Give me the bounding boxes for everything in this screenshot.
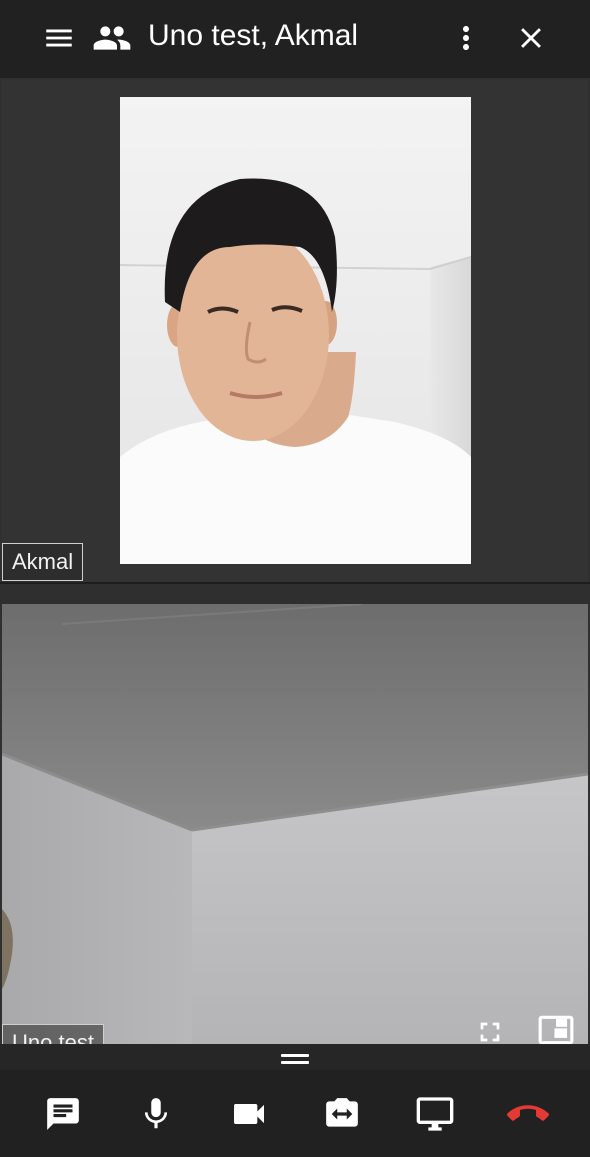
tile-divider — [0, 582, 590, 604]
app-header: Uno test, Akmal — [0, 0, 590, 78]
more-options-button[interactable] — [442, 14, 490, 62]
video-call-screen: Uno test, Akmal Akmal Uno test — [0, 0, 590, 1157]
participants-button[interactable] — [88, 14, 136, 62]
controls-drag-area — [0, 1044, 590, 1070]
screen-share-icon — [416, 1097, 454, 1131]
videocam-icon — [234, 1104, 264, 1124]
participant-name-label: Akmal — [2, 543, 84, 581]
picture-in-picture-button[interactable] — [536, 1010, 576, 1044]
camera-button[interactable] — [225, 1090, 273, 1138]
participant-name-label: Uno test — [2, 1024, 104, 1044]
call-title: Uno test, Akmal — [148, 19, 359, 52]
participant-tile-uno-test[interactable]: Uno test — [2, 604, 588, 1044]
close-icon — [521, 28, 541, 48]
microphone-button[interactable] — [132, 1090, 180, 1138]
drag-handle[interactable] — [281, 1054, 309, 1066]
people-icon — [93, 26, 131, 50]
menu-button[interactable] — [35, 14, 83, 62]
menu-icon — [46, 29, 72, 47]
fullscreen-icon — [480, 1022, 500, 1042]
close-button[interactable] — [507, 14, 555, 62]
microphone-icon — [144, 1098, 168, 1129]
participant-tile-akmal[interactable]: Akmal — [2, 80, 588, 582]
more-vertical-icon — [463, 26, 469, 50]
switch-camera-button[interactable] — [318, 1090, 366, 1138]
participant-video-uno-test — [2, 604, 588, 1044]
hang-up-icon — [507, 1105, 549, 1121]
hang-up-button[interactable] — [504, 1090, 552, 1138]
call-controls-toolbar — [0, 1070, 590, 1157]
switch-camera-icon — [326, 1098, 358, 1127]
chat-button[interactable] — [39, 1090, 87, 1138]
participant-video-akmal — [120, 97, 471, 564]
chat-icon — [47, 1098, 79, 1130]
fullscreen-button[interactable] — [470, 1012, 510, 1044]
picture-in-picture-icon — [538, 1015, 574, 1044]
screen-share-button[interactable] — [411, 1090, 459, 1138]
